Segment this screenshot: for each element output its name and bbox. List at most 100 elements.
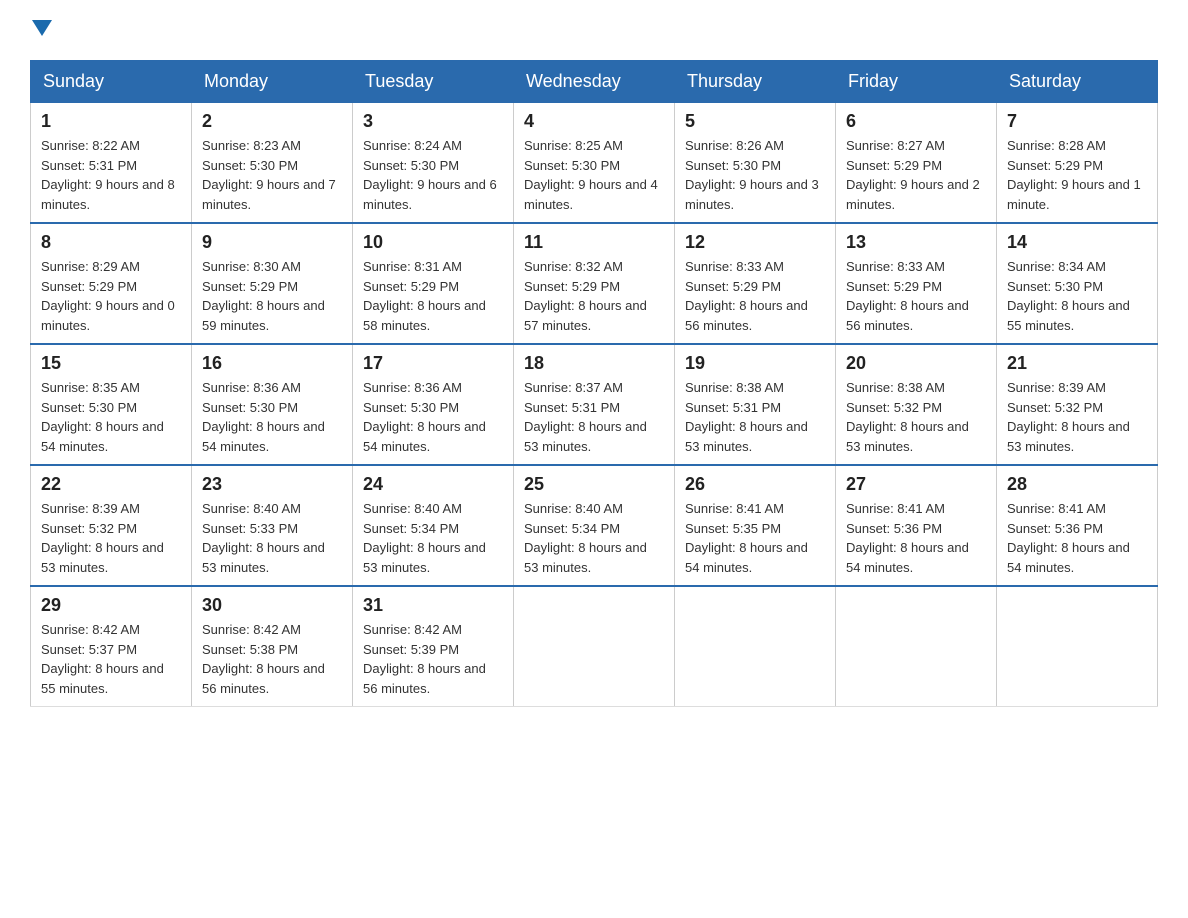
day-info: Sunrise: 8:28 AMSunset: 5:29 PMDaylight:… [1007,136,1147,214]
day-info: Sunrise: 8:41 AMSunset: 5:36 PMDaylight:… [846,499,986,577]
day-of-week-header: Monday [192,61,353,103]
calendar-day-cell: 29 Sunrise: 8:42 AMSunset: 5:37 PMDaylig… [31,586,192,707]
day-info: Sunrise: 8:35 AMSunset: 5:30 PMDaylight:… [41,378,181,456]
calendar-day-cell: 1 Sunrise: 8:22 AMSunset: 5:31 PMDayligh… [31,103,192,224]
calendar-day-cell: 15 Sunrise: 8:35 AMSunset: 5:30 PMDaylig… [31,344,192,465]
day-number: 28 [1007,474,1147,495]
day-info: Sunrise: 8:34 AMSunset: 5:30 PMDaylight:… [1007,257,1147,335]
calendar-day-cell: 16 Sunrise: 8:36 AMSunset: 5:30 PMDaylig… [192,344,353,465]
day-number: 20 [846,353,986,374]
logo-triangle-icon [32,20,52,36]
calendar-day-cell [997,586,1158,707]
calendar-week-row: 15 Sunrise: 8:35 AMSunset: 5:30 PMDaylig… [31,344,1158,465]
day-info: Sunrise: 8:38 AMSunset: 5:32 PMDaylight:… [846,378,986,456]
calendar-day-cell: 27 Sunrise: 8:41 AMSunset: 5:36 PMDaylig… [836,465,997,586]
days-of-week-row: SundayMondayTuesdayWednesdayThursdayFrid… [31,61,1158,103]
calendar-day-cell [836,586,997,707]
day-info: Sunrise: 8:41 AMSunset: 5:35 PMDaylight:… [685,499,825,577]
day-info: Sunrise: 8:40 AMSunset: 5:33 PMDaylight:… [202,499,342,577]
day-number: 8 [41,232,181,253]
day-number: 3 [363,111,503,132]
calendar-day-cell: 6 Sunrise: 8:27 AMSunset: 5:29 PMDayligh… [836,103,997,224]
day-info: Sunrise: 8:24 AMSunset: 5:30 PMDaylight:… [363,136,503,214]
day-number: 21 [1007,353,1147,374]
day-number: 15 [41,353,181,374]
day-number: 17 [363,353,503,374]
day-info: Sunrise: 8:42 AMSunset: 5:38 PMDaylight:… [202,620,342,698]
day-info: Sunrise: 8:27 AMSunset: 5:29 PMDaylight:… [846,136,986,214]
calendar-day-cell [514,586,675,707]
day-of-week-header: Saturday [997,61,1158,103]
calendar-day-cell [675,586,836,707]
calendar-day-cell: 26 Sunrise: 8:41 AMSunset: 5:35 PMDaylig… [675,465,836,586]
day-number: 6 [846,111,986,132]
day-info: Sunrise: 8:41 AMSunset: 5:36 PMDaylight:… [1007,499,1147,577]
calendar-day-cell: 31 Sunrise: 8:42 AMSunset: 5:39 PMDaylig… [353,586,514,707]
day-number: 19 [685,353,825,374]
day-number: 1 [41,111,181,132]
day-number: 25 [524,474,664,495]
day-info: Sunrise: 8:32 AMSunset: 5:29 PMDaylight:… [524,257,664,335]
day-info: Sunrise: 8:26 AMSunset: 5:30 PMDaylight:… [685,136,825,214]
calendar-day-cell: 25 Sunrise: 8:40 AMSunset: 5:34 PMDaylig… [514,465,675,586]
day-number: 4 [524,111,664,132]
calendar-day-cell: 10 Sunrise: 8:31 AMSunset: 5:29 PMDaylig… [353,223,514,344]
day-number: 31 [363,595,503,616]
calendar-day-cell: 8 Sunrise: 8:29 AMSunset: 5:29 PMDayligh… [31,223,192,344]
calendar-day-cell: 22 Sunrise: 8:39 AMSunset: 5:32 PMDaylig… [31,465,192,586]
day-number: 10 [363,232,503,253]
calendar-day-cell: 11 Sunrise: 8:32 AMSunset: 5:29 PMDaylig… [514,223,675,344]
day-number: 23 [202,474,342,495]
day-info: Sunrise: 8:33 AMSunset: 5:29 PMDaylight:… [685,257,825,335]
calendar-day-cell: 2 Sunrise: 8:23 AMSunset: 5:30 PMDayligh… [192,103,353,224]
calendar-day-cell: 5 Sunrise: 8:26 AMSunset: 5:30 PMDayligh… [675,103,836,224]
calendar-day-cell: 24 Sunrise: 8:40 AMSunset: 5:34 PMDaylig… [353,465,514,586]
calendar-day-cell: 7 Sunrise: 8:28 AMSunset: 5:29 PMDayligh… [997,103,1158,224]
day-of-week-header: Friday [836,61,997,103]
logo [30,20,52,40]
day-info: Sunrise: 8:33 AMSunset: 5:29 PMDaylight:… [846,257,986,335]
calendar-day-cell: 12 Sunrise: 8:33 AMSunset: 5:29 PMDaylig… [675,223,836,344]
calendar-day-cell: 13 Sunrise: 8:33 AMSunset: 5:29 PMDaylig… [836,223,997,344]
day-number: 12 [685,232,825,253]
calendar-day-cell: 18 Sunrise: 8:37 AMSunset: 5:31 PMDaylig… [514,344,675,465]
day-of-week-header: Wednesday [514,61,675,103]
day-info: Sunrise: 8:23 AMSunset: 5:30 PMDaylight:… [202,136,342,214]
calendar-day-cell: 30 Sunrise: 8:42 AMSunset: 5:38 PMDaylig… [192,586,353,707]
day-number: 9 [202,232,342,253]
calendar-week-row: 8 Sunrise: 8:29 AMSunset: 5:29 PMDayligh… [31,223,1158,344]
page-header [30,20,1158,40]
day-number: 11 [524,232,664,253]
calendar-week-row: 1 Sunrise: 8:22 AMSunset: 5:31 PMDayligh… [31,103,1158,224]
day-info: Sunrise: 8:36 AMSunset: 5:30 PMDaylight:… [363,378,503,456]
day-number: 27 [846,474,986,495]
day-info: Sunrise: 8:39 AMSunset: 5:32 PMDaylight:… [1007,378,1147,456]
day-info: Sunrise: 8:31 AMSunset: 5:29 PMDaylight:… [363,257,503,335]
calendar-day-cell: 21 Sunrise: 8:39 AMSunset: 5:32 PMDaylig… [997,344,1158,465]
day-info: Sunrise: 8:42 AMSunset: 5:37 PMDaylight:… [41,620,181,698]
day-number: 5 [685,111,825,132]
day-number: 22 [41,474,181,495]
day-info: Sunrise: 8:40 AMSunset: 5:34 PMDaylight:… [524,499,664,577]
day-info: Sunrise: 8:22 AMSunset: 5:31 PMDaylight:… [41,136,181,214]
day-number: 14 [1007,232,1147,253]
day-number: 13 [846,232,986,253]
day-number: 30 [202,595,342,616]
day-of-week-header: Sunday [31,61,192,103]
day-info: Sunrise: 8:36 AMSunset: 5:30 PMDaylight:… [202,378,342,456]
day-info: Sunrise: 8:25 AMSunset: 5:30 PMDaylight:… [524,136,664,214]
day-number: 16 [202,353,342,374]
calendar-day-cell: 23 Sunrise: 8:40 AMSunset: 5:33 PMDaylig… [192,465,353,586]
calendar-week-row: 22 Sunrise: 8:39 AMSunset: 5:32 PMDaylig… [31,465,1158,586]
calendar-day-cell: 20 Sunrise: 8:38 AMSunset: 5:32 PMDaylig… [836,344,997,465]
day-number: 26 [685,474,825,495]
day-of-week-header: Thursday [675,61,836,103]
day-number: 24 [363,474,503,495]
day-info: Sunrise: 8:42 AMSunset: 5:39 PMDaylight:… [363,620,503,698]
calendar-day-cell: 4 Sunrise: 8:25 AMSunset: 5:30 PMDayligh… [514,103,675,224]
day-number: 2 [202,111,342,132]
calendar-day-cell: 9 Sunrise: 8:30 AMSunset: 5:29 PMDayligh… [192,223,353,344]
calendar-day-cell: 28 Sunrise: 8:41 AMSunset: 5:36 PMDaylig… [997,465,1158,586]
calendar-day-cell: 3 Sunrise: 8:24 AMSunset: 5:30 PMDayligh… [353,103,514,224]
day-info: Sunrise: 8:30 AMSunset: 5:29 PMDaylight:… [202,257,342,335]
